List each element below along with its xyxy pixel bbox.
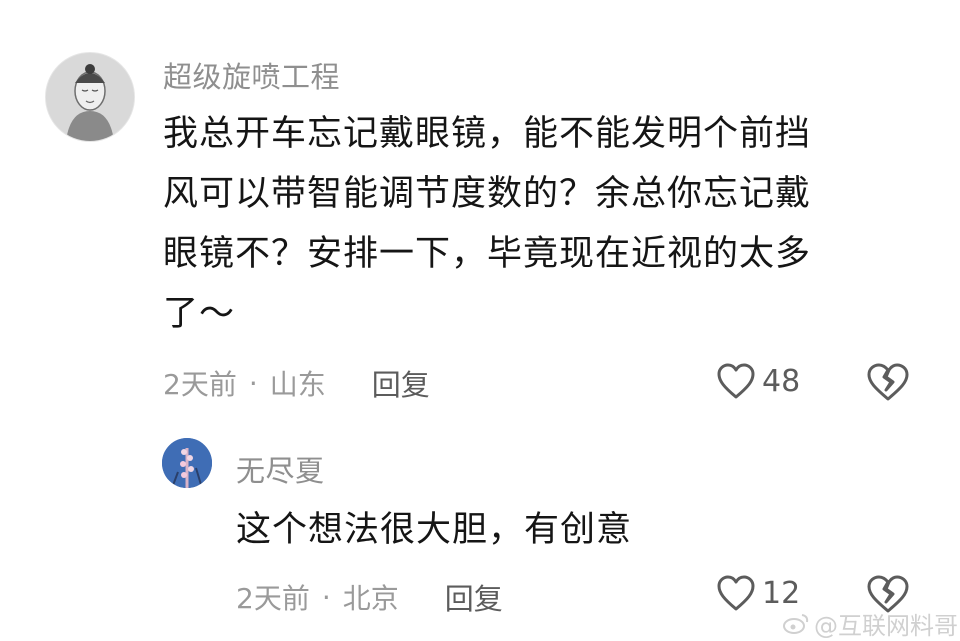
reply-button[interactable]: 回复 xyxy=(372,362,430,404)
comment-text-line: 我总开车忘记戴眼镜，能不能发明个前挡 xyxy=(163,114,812,154)
comment-text-line: 了～ xyxy=(163,294,236,334)
username[interactable]: 无尽夏 xyxy=(236,448,325,490)
comment-text-line: 风可以带智能调节度数的？余总你忘记戴 xyxy=(163,174,812,214)
username[interactable]: 超级旋喷工程 xyxy=(163,54,340,96)
timestamp: 2天前 xyxy=(236,582,310,615)
location: 山东 xyxy=(269,368,326,401)
weibo-logo-icon xyxy=(782,612,810,636)
comment-meta: 2天前 · 山东 回复 xyxy=(163,362,430,404)
flower-avatar-image xyxy=(162,438,212,488)
like-count: 48 xyxy=(762,363,801,399)
watermark: @互联网料哥 xyxy=(782,606,958,641)
location: 北京 xyxy=(342,582,399,615)
comment-text-line: 这个想法很大胆，有创意 xyxy=(236,510,633,550)
avatar[interactable] xyxy=(162,438,212,488)
comment-body: 我总开车忘记戴眼镜，能不能发明个前挡 风可以带智能调节度数的？余总你忘记戴 眼镜… xyxy=(163,104,923,344)
heart-outline-icon xyxy=(716,574,756,612)
reply-button[interactable]: 回复 xyxy=(445,576,503,618)
comment-text-line: 眼镜不？安排一下，毕竟现在近视的太多 xyxy=(163,234,812,274)
timestamp: 2天前 xyxy=(163,368,237,401)
buddha-avatar-image xyxy=(46,53,134,141)
meta-separator: · xyxy=(321,580,331,614)
broken-heart-icon[interactable] xyxy=(866,362,910,402)
watermark-text: @互联网料哥 xyxy=(814,612,958,640)
like-button[interactable]: 48 xyxy=(716,362,800,400)
comment-meta: 2天前 · 北京 回复 xyxy=(236,576,503,618)
heart-outline-icon xyxy=(716,362,756,400)
meta-separator: · xyxy=(248,366,258,400)
avatar[interactable] xyxy=(45,52,135,142)
